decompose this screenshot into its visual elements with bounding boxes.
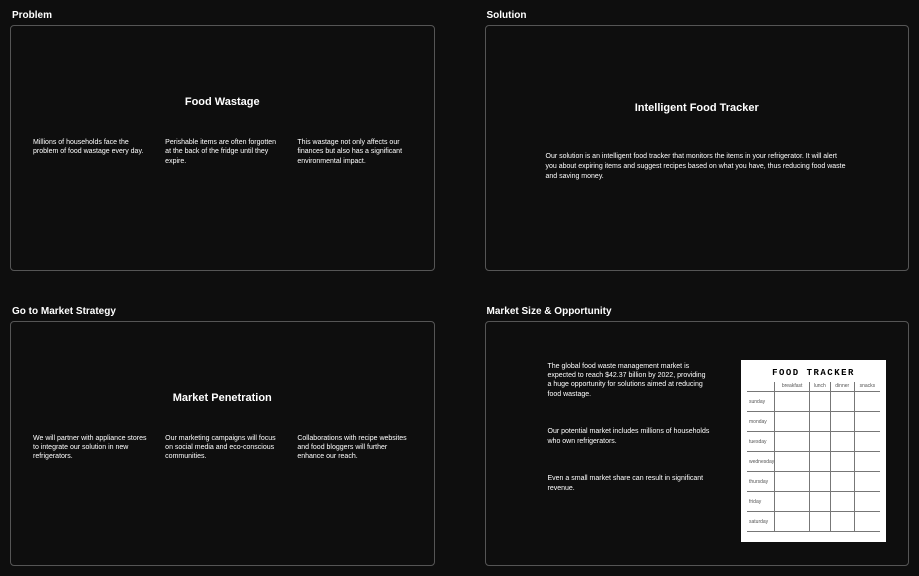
label-solution: Solution bbox=[485, 10, 910, 21]
card-market: The global food waste management market … bbox=[485, 321, 910, 567]
market-para-0: The global food waste management market … bbox=[548, 362, 712, 400]
problem-col-2: This wastage not only affects our financ… bbox=[297, 138, 411, 166]
strategy-col-2: Collaborations with recipe websites and … bbox=[297, 434, 411, 462]
market-text: The global food waste management market … bbox=[508, 360, 712, 494]
market-para-1: Our potential market includes millions o… bbox=[548, 427, 712, 446]
label-market: Market Size & Opportunity bbox=[485, 306, 910, 317]
heading-solution: Intelligent Food Tracker bbox=[508, 102, 887, 114]
tracker-h-0 bbox=[747, 382, 775, 392]
heading-problem: Food Wastage bbox=[33, 96, 412, 108]
cell-strategy: Go to Market Strategy Market Penetration… bbox=[10, 306, 435, 567]
tracker-r-3: wednesday bbox=[747, 452, 775, 472]
problem-columns: Millions of households face the problem … bbox=[33, 138, 412, 166]
tracker-h-2: lunch bbox=[809, 382, 830, 392]
tracker-r-6: saturday bbox=[747, 512, 775, 532]
label-strategy: Go to Market Strategy bbox=[10, 306, 435, 317]
tracker-h-3: dinner bbox=[830, 382, 854, 392]
cell-problem: Problem Food Wastage Millions of househo… bbox=[10, 10, 435, 271]
cell-solution: Solution Intelligent Food Tracker Our so… bbox=[485, 10, 910, 271]
tracker-sheet: FOOD TRACKER breakfast lunch dinner snac… bbox=[741, 360, 886, 543]
tracker-h-4: snacks bbox=[854, 382, 880, 392]
tracker-r-0: sunday bbox=[747, 392, 775, 412]
tracker-title: FOOD TRACKER bbox=[747, 368, 880, 378]
card-strategy: Market Penetration We will partner with … bbox=[10, 321, 435, 567]
body-solution: Our solution is an intelligent food trac… bbox=[508, 152, 887, 181]
strategy-col-1: Our marketing campaigns will focus on so… bbox=[165, 434, 279, 462]
strategy-columns: We will partner with appliance stores to… bbox=[33, 434, 412, 462]
pitch-grid: Problem Food Wastage Millions of househo… bbox=[10, 10, 909, 566]
tracker-h-1: breakfast bbox=[775, 382, 810, 392]
tracker-r-5: friday bbox=[747, 492, 775, 512]
problem-col-0: Millions of households face the problem … bbox=[33, 138, 147, 166]
market-row: The global food waste management market … bbox=[508, 342, 887, 546]
strategy-col-0: We will partner with appliance stores to… bbox=[33, 434, 147, 462]
cell-market: Market Size & Opportunity The global foo… bbox=[485, 306, 910, 567]
tracker-r-2: tuesday bbox=[747, 432, 775, 452]
card-problem: Food Wastage Millions of households face… bbox=[10, 25, 435, 271]
market-para-2: Even a small market share can result in … bbox=[548, 474, 712, 493]
card-solution: Intelligent Food Tracker Our solution is… bbox=[485, 25, 910, 271]
tracker-table: breakfast lunch dinner snacks sunday mon… bbox=[747, 382, 880, 533]
heading-strategy: Market Penetration bbox=[33, 392, 412, 404]
tracker-r-1: monday bbox=[747, 412, 775, 432]
tracker-r-4: thursday bbox=[747, 472, 775, 492]
label-problem: Problem bbox=[10, 10, 435, 21]
problem-col-1: Perishable items are often forgotten at … bbox=[165, 138, 279, 166]
